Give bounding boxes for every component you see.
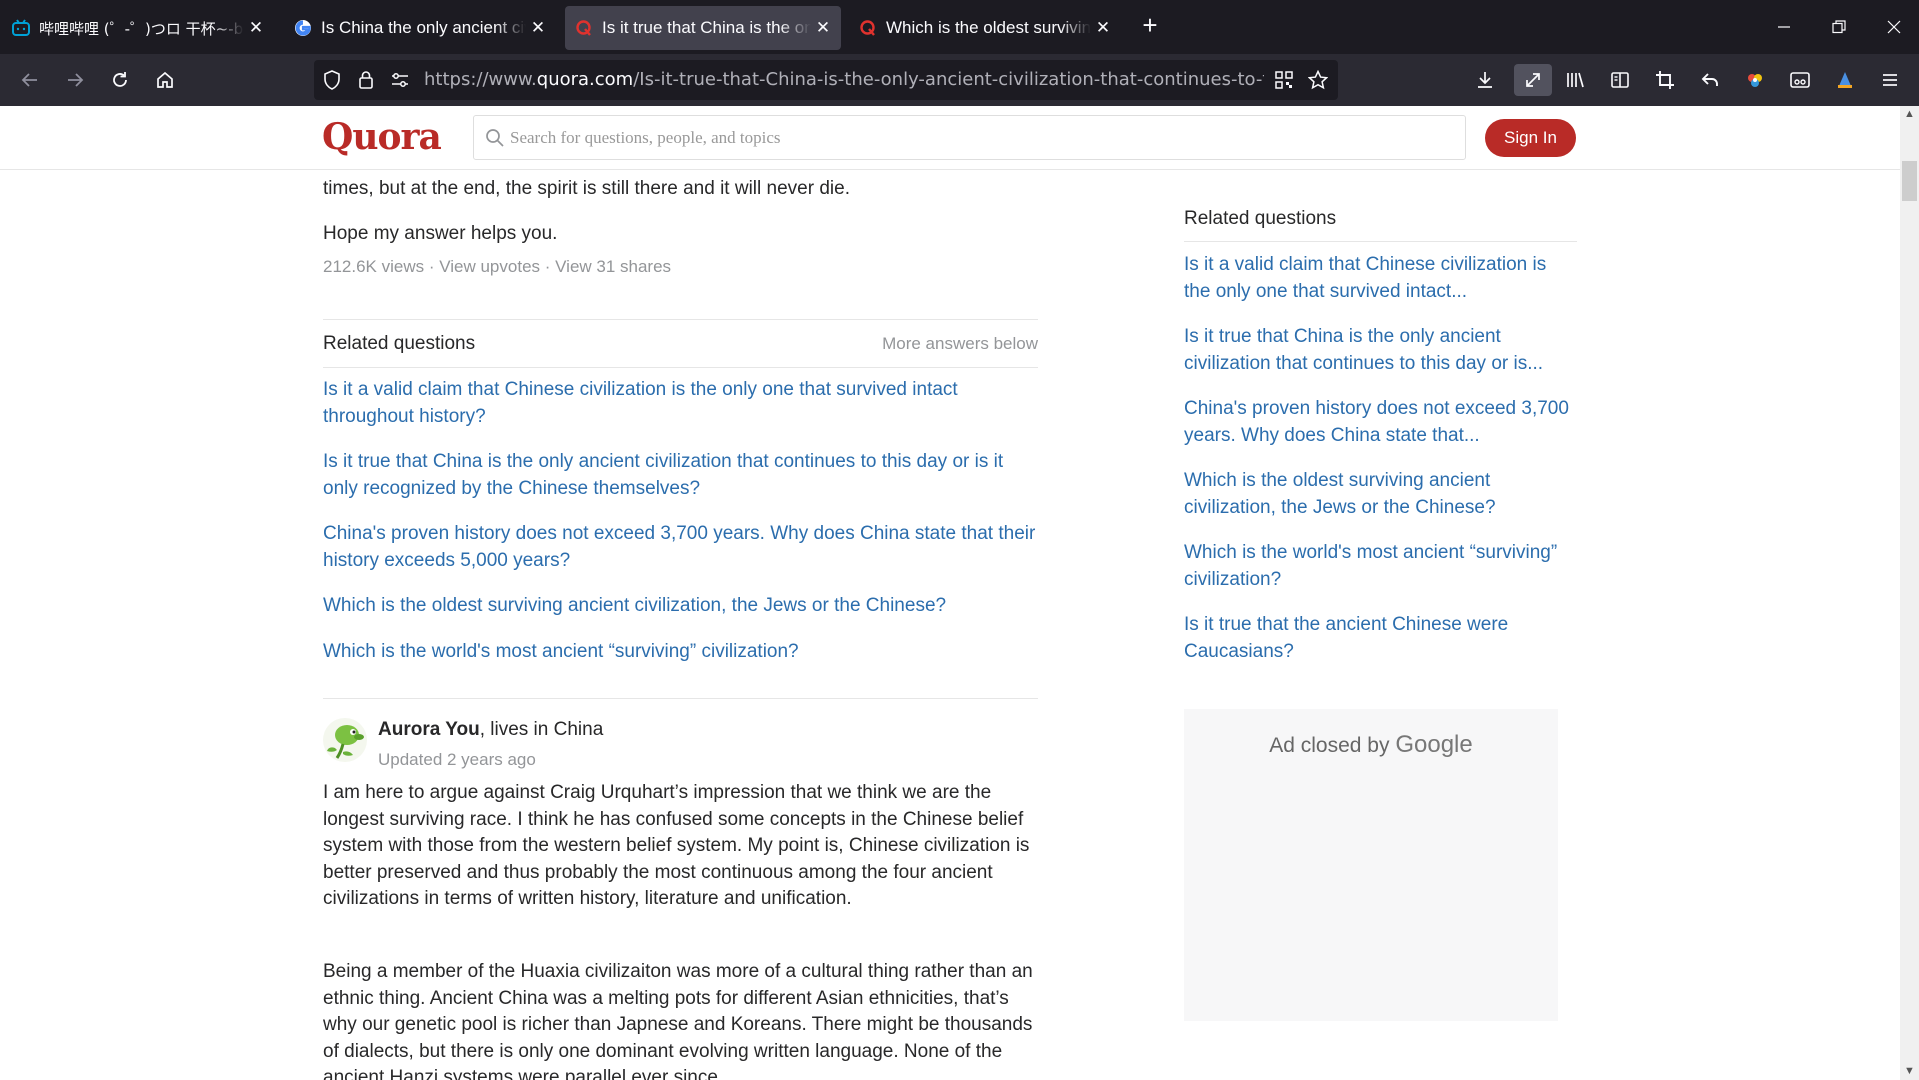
back-icon[interactable] — [14, 64, 46, 96]
sidebar-question-link[interactable]: Is it true that the ancient Chinese were… — [1184, 612, 1577, 665]
related-question-link[interactable]: Which is the oldest surviving ancient ci… — [323, 593, 1038, 620]
navigation-bar: https://www.quora.com/Is-it-true-that-Ch… — [0, 54, 1919, 106]
related-question-link[interactable]: Is it true that China is the only ancien… — [323, 449, 1038, 502]
answer-paragraph: Being a member of the Huaxia civilizaito… — [323, 961, 1033, 1080]
avatar[interactable] — [323, 718, 367, 762]
scroll-up-icon[interactable]: ▲ — [1900, 106, 1919, 123]
scroll-thumb[interactable] — [1902, 161, 1917, 201]
library-icon[interactable] — [1559, 64, 1591, 96]
lock-icon[interactable] — [356, 70, 376, 90]
tab-quora-active[interactable]: Is it true that China is the only ancien… — [565, 6, 841, 50]
screenshot-icon[interactable] — [1784, 64, 1816, 96]
tab-bilibili[interactable]: 哔哩哔哩 (゜-゜)つロ 干杯~-bilibili ✕ — [2, 6, 274, 50]
close-icon[interactable]: ✕ — [1095, 18, 1111, 38]
quora-icon — [859, 19, 877, 37]
search-box[interactable] — [473, 115, 1466, 160]
extension-icon[interactable] — [1739, 64, 1771, 96]
search-icon — [485, 128, 505, 148]
sidebar-list: Is it a valid claim that Chinese civiliz… — [1184, 252, 1577, 665]
url-text[interactable]: https://www.quora.com/Is-it-true-that-Ch… — [424, 69, 1264, 90]
ad-box: Ad closed by Google — [1184, 709, 1558, 1021]
forward-icon[interactable] — [59, 64, 91, 96]
page-viewport: times, but at the end, the spirit is sti… — [0, 106, 1919, 1080]
divider — [323, 367, 1038, 368]
home-icon[interactable] — [149, 64, 181, 96]
crop-icon[interactable] — [1649, 64, 1681, 96]
ad-closed-label: Ad closed by — [1269, 734, 1390, 757]
sidebar-question-link[interactable]: Which is the oldest surviving ancient ci… — [1184, 468, 1577, 521]
url-path: /Is-it-true-that-China-is-the-only-ancie… — [633, 69, 1264, 90]
related-questions-list: Is it a valid claim that Chinese civiliz… — [323, 377, 1038, 665]
answer-paragraph: I am here to argue against Craig Urquhar… — [323, 782, 1030, 909]
undo-icon[interactable] — [1694, 64, 1726, 96]
related-questions-inline: Related questions More answers below — [323, 333, 1038, 355]
shield-icon[interactable] — [322, 70, 342, 90]
related-question-link[interactable]: China's proven history does not exceed 3… — [323, 521, 1038, 574]
author-credential: , lives in China — [479, 719, 604, 740]
url-prefix: https://www. — [424, 69, 537, 90]
tab-title: Is China the only ancient civilization — [321, 18, 526, 37]
translate-icon[interactable] — [1829, 64, 1861, 96]
related-question-link[interactable]: Is it a valid claim that Chinese civiliz… — [323, 377, 1038, 430]
reload-icon[interactable] — [104, 64, 136, 96]
author-name[interactable]: Aurora You — [378, 719, 480, 740]
sidebar-question-link[interactable]: Is it a valid claim that Chinese civiliz… — [1184, 252, 1577, 305]
url-bar[interactable]: https://www.quora.com/Is-it-true-that-Ch… — [314, 60, 1338, 100]
sidebar-question-link[interactable]: Which is the world's most ancient “survi… — [1184, 540, 1577, 593]
restore-icon[interactable] — [1824, 12, 1854, 42]
sidebar-question-link[interactable]: China's proven history does not exceed 3… — [1184, 396, 1577, 449]
scrollbar[interactable]: ▲ ▼ — [1900, 106, 1919, 1080]
related-questions-title: Related questions — [323, 333, 476, 354]
scroll-down-icon[interactable]: ▼ — [1900, 1063, 1919, 1080]
quora-header: Quora Sign In — [0, 106, 1900, 170]
divider — [323, 698, 1038, 699]
tab-google[interactable]: Is China the only ancient civilization ✕ — [284, 6, 556, 50]
google-icon — [294, 19, 312, 37]
search-input[interactable] — [510, 124, 1440, 152]
menu-icon[interactable] — [1874, 64, 1906, 96]
download-icon[interactable] — [1469, 64, 1501, 96]
tab-title: Is it true that China is the only ancien… — [602, 18, 811, 37]
bilibili-icon — [12, 19, 30, 37]
ad-closed-text: Ad closed by Google — [1184, 731, 1558, 759]
tab-title: Which is the oldest surviving ancient — [886, 18, 1091, 37]
close-icon[interactable]: ✕ — [530, 18, 546, 38]
answer-closing-text: Hope my answer helps you. — [323, 223, 558, 244]
new-tab-button[interactable]: + — [1136, 12, 1164, 40]
close-icon[interactable]: ✕ — [815, 18, 831, 38]
related-questions-header: Related questions More answers below — [323, 333, 1038, 355]
qr-code-icon[interactable] — [1274, 70, 1294, 90]
sign-in-button[interactable]: Sign In — [1485, 119, 1576, 157]
sidebar-title: Related questions — [1184, 208, 1337, 229]
reader-view-icon[interactable] — [1604, 64, 1636, 96]
close-window-icon[interactable] — [1879, 12, 1909, 42]
answer-stats[interactable]: 212.6K views · View upvotes · View 31 sh… — [323, 257, 1038, 277]
answer-author-line: Aurora You, lives in China — [378, 719, 603, 741]
tab-quora-oldest[interactable]: Which is the oldest surviving ancient ✕ — [849, 6, 1121, 50]
page-content: times, but at the end, the spirit is sti… — [0, 106, 1900, 1080]
permissions-icon[interactable] — [390, 70, 410, 90]
url-host: quora.com — [536, 69, 634, 90]
sidebar-question-link[interactable]: Is it true that China is the only ancien… — [1184, 324, 1577, 377]
close-icon[interactable]: ✕ — [248, 18, 264, 38]
related-question-link[interactable]: Which is the world's most ancient “survi… — [323, 639, 1038, 666]
tab-title: 哔哩哔哩 (゜-゜)つロ 干杯~-bilibili — [39, 19, 244, 38]
minimize-icon[interactable] — [1769, 12, 1799, 42]
quora-logo[interactable]: Quora — [322, 116, 442, 158]
divider — [323, 319, 1038, 320]
google-logo: Google — [1395, 731, 1473, 758]
browser-tab-bar: 哔哩哔哩 (゜-゜)つロ 干杯~-bilibili ✕ Is China the… — [0, 0, 1919, 54]
star-icon[interactable] — [1308, 70, 1328, 90]
answer-tail-text: times, but at the end, the spirit is sti… — [323, 178, 850, 199]
answer-updated[interactable]: Updated 2 years ago — [378, 750, 536, 770]
divider — [1184, 241, 1577, 242]
quora-icon — [575, 19, 593, 37]
more-answers-below: More answers below — [882, 334, 1038, 353]
fullscreen-icon[interactable] — [1514, 64, 1552, 96]
